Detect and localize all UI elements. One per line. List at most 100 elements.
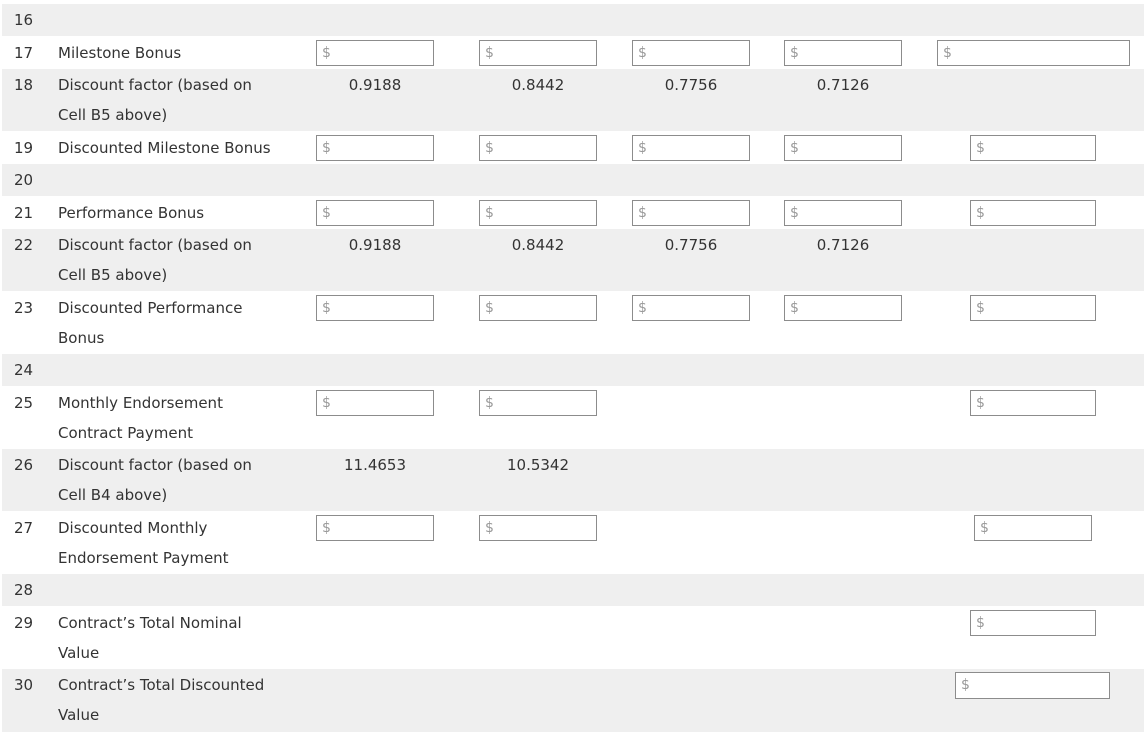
table-row-21: 21 Performance Bonus $ $ $ $ $: [2, 196, 1144, 229]
discount-factor-value: 11.4653: [343, 456, 407, 474]
discount-factor-value: 0.7756: [664, 76, 718, 94]
discounted-milestone-year3-input[interactable]: $: [632, 135, 750, 161]
table-row-23: 23 Discounted Performance Bonus $ $ $ $ …: [2, 291, 1144, 354]
milestone-bonus-year2-input[interactable]: $: [479, 40, 597, 66]
table-row-25: 25 Monthly Endorsement Contract Payment …: [2, 386, 1144, 449]
table-row-29: 29 Contract’s Total Nominal Value $: [2, 606, 1144, 669]
row-label-line1: Contract’s Total Discounted: [58, 676, 265, 694]
row-label-line1: Discounted Monthly: [58, 519, 208, 537]
table-row-17: 17 Milestone Bonus $ $ $ $ $: [2, 36, 1144, 69]
table-row-18: 18 Discount factor (based on Cell B5 abo…: [2, 69, 1144, 131]
dollar-sign: $: [485, 205, 494, 221]
discounted-milestone-year1-input[interactable]: $: [316, 135, 434, 161]
table-row-24: 24: [2, 354, 1144, 386]
milestone-bonus-year4-input[interactable]: $: [784, 40, 902, 66]
dollar-sign: $: [976, 140, 985, 156]
discounted-milestone-total-input[interactable]: $: [970, 135, 1096, 161]
dollar-sign: $: [976, 300, 985, 316]
endorsement-payment-year2-input[interactable]: $: [479, 390, 597, 416]
dollar-sign: $: [790, 300, 799, 316]
row-label-line2: Value: [58, 644, 100, 662]
row-number: 28: [14, 581, 34, 599]
performance-bonus-year4-input[interactable]: $: [784, 200, 902, 226]
dollar-sign: $: [485, 45, 494, 61]
total-discounted-value-input[interactable]: $: [955, 672, 1110, 699]
row-label-line2: Cell B5 above): [58, 106, 168, 124]
table-row-27: 27 Discounted Monthly Endorsement Paymen…: [2, 511, 1144, 574]
row-label: Milestone Bonus: [58, 44, 182, 62]
row-number: 23: [14, 299, 34, 317]
total-nominal-value-input[interactable]: $: [970, 610, 1096, 636]
dollar-sign: $: [790, 205, 799, 221]
performance-bonus-year1-input[interactable]: $: [316, 200, 434, 226]
performance-bonus-total-input[interactable]: $: [970, 200, 1096, 226]
discounted-performance-year4-input[interactable]: $: [784, 295, 902, 321]
performance-bonus-year3-input[interactable]: $: [632, 200, 750, 226]
dollar-sign: $: [322, 520, 331, 536]
dollar-sign: $: [485, 520, 494, 536]
row-number: 18: [14, 76, 34, 94]
discount-factor-value: 10.5342: [506, 456, 570, 474]
row-number: 20: [14, 171, 34, 189]
row-number: 19: [14, 139, 34, 157]
discounted-performance-year1-input[interactable]: $: [316, 295, 434, 321]
endorsement-payment-year1-input[interactable]: $: [316, 390, 434, 416]
discounted-milestone-year2-input[interactable]: $: [479, 135, 597, 161]
dollar-sign: $: [322, 395, 331, 411]
milestone-bonus-year1-input[interactable]: $: [316, 40, 434, 66]
row-label-line1: Discount factor (based on: [58, 76, 252, 94]
discounted-performance-year2-input[interactable]: $: [479, 295, 597, 321]
dollar-sign: $: [790, 45, 799, 61]
dollar-sign: $: [976, 395, 985, 411]
row-label: Discounted Milestone Bonus: [58, 139, 271, 157]
dollar-sign: $: [638, 300, 647, 316]
discounted-milestone-year4-input[interactable]: $: [784, 135, 902, 161]
discount-factor-value: 0.8442: [511, 76, 565, 94]
table-row-26: 26 Discount factor (based on Cell B4 abo…: [2, 449, 1144, 511]
table-row-22: 22 Discount factor (based on Cell B5 abo…: [2, 229, 1144, 291]
discount-factor-value: 0.7126: [816, 236, 870, 254]
row-label-line1: Discount factor (based on: [58, 236, 252, 254]
row-label-line2: Contract Payment: [58, 424, 193, 442]
row-number: 22: [14, 236, 34, 254]
dollar-sign: $: [976, 615, 985, 631]
discounted-endorsement-total-input[interactable]: $: [974, 515, 1092, 541]
dollar-sign: $: [638, 45, 647, 61]
discount-factor-value: 0.9188: [348, 236, 402, 254]
discount-factor-value: 0.9188: [348, 76, 402, 94]
dollar-sign: $: [485, 140, 494, 156]
dollar-sign: $: [943, 45, 952, 61]
discounted-endorsement-year2-input[interactable]: $: [479, 515, 597, 541]
row-number: 24: [14, 361, 34, 379]
row-label-line2: Value: [58, 706, 100, 724]
performance-bonus-year2-input[interactable]: $: [479, 200, 597, 226]
row-label-line2: Bonus: [58, 329, 105, 347]
row-label-line1: Discount factor (based on: [58, 456, 252, 474]
discount-factor-value: 0.7756: [664, 236, 718, 254]
row-number: 29: [14, 614, 34, 632]
dollar-sign: $: [638, 205, 647, 221]
row-number: 27: [14, 519, 34, 537]
row-label-line1: Contract’s Total Nominal: [58, 614, 242, 632]
row-number: 21: [14, 204, 34, 222]
table-row-20: 20: [2, 164, 1144, 196]
row-label: Performance Bonus: [58, 204, 205, 222]
endorsement-payment-total-input[interactable]: $: [970, 390, 1096, 416]
table-row-16: 16: [2, 4, 1144, 36]
dollar-sign: $: [322, 45, 331, 61]
dollar-sign: $: [322, 205, 331, 221]
milestone-bonus-year3-input[interactable]: $: [632, 40, 750, 66]
discount-factor-value: 0.7126: [816, 76, 870, 94]
row-number: 25: [14, 394, 34, 412]
discounted-endorsement-year1-input[interactable]: $: [316, 515, 434, 541]
row-label-line2: Endorsement Payment: [58, 549, 229, 567]
discounted-performance-year3-input[interactable]: $: [632, 295, 750, 321]
table-row-30: 30 Contract’s Total Discounted Value $: [2, 669, 1144, 732]
milestone-bonus-total-input[interactable]: $: [937, 40, 1130, 66]
row-number: 26: [14, 456, 34, 474]
row-number: 16: [14, 11, 34, 29]
dollar-sign: $: [976, 205, 985, 221]
dollar-sign: $: [790, 140, 799, 156]
dollar-sign: $: [980, 520, 989, 536]
discounted-performance-total-input[interactable]: $: [970, 295, 1096, 321]
